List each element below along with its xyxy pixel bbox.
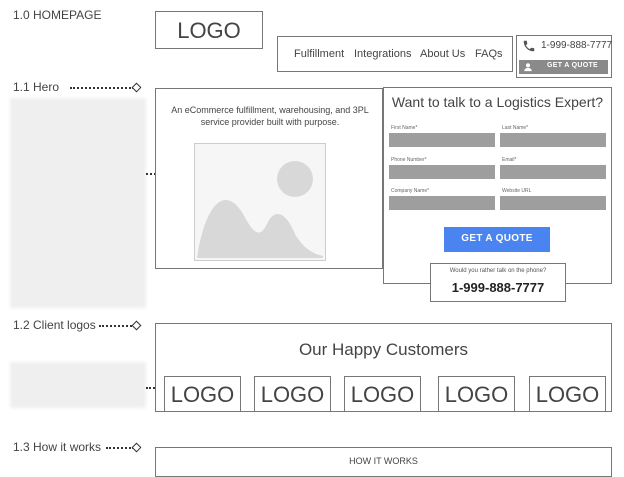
last-name-label: Last Name* [502,125,529,131]
client-logo: LOGO [254,376,331,412]
hero-connector-marker [131,82,142,93]
company-field[interactable] [389,196,495,210]
client-logo: LOGO [164,376,241,412]
website-field[interactable] [500,196,606,210]
phone-prompt: Would you rather talk on the phone? [449,268,547,274]
get-quote-button[interactable]: GET A QUOTE [444,227,550,252]
hero-connector [70,87,134,89]
client-logo-text: LOGO [535,382,600,407]
nav-item-faqs[interactable]: FAQs [475,48,503,60]
phone-callout: Would you rather talk on the phone? 1-99… [430,263,566,302]
client-logos-title: Our Happy Customers [298,340,469,359]
client-logo-text: LOGO [350,382,415,407]
main-nav: Fulfillment Integrations About Us FAQs [277,36,513,72]
header-logo-text: LOGO [177,18,241,43]
get-quote-label: GET A QUOTE [461,233,533,244]
how-it-works-title: HOW IT WORKS [349,456,418,466]
how-connector-marker [131,442,142,453]
nav-item-integrations[interactable]: Integrations [354,48,411,60]
clients-annotation-placeholder [10,362,146,408]
header-logo[interactable]: LOGO [155,11,263,49]
how-it-works-section: HOW IT WORKS [155,447,612,477]
section-label-clients: 1.2 Client logos [13,318,96,332]
client-logos-section: Our Happy Customers LOGO LOGO LOGO LOGO … [155,323,612,412]
first-name-label: First Name* [391,125,418,131]
phone-icon [523,40,535,52]
header-quote-button[interactable]: GET A QUOTE [519,60,608,74]
header-quote-label: GET A QUOTE [547,62,599,69]
last-name-field[interactable] [500,133,606,147]
image-icon [197,161,323,258]
phone-label: Phone Number* [391,157,427,163]
clients-connector-marker [131,320,142,331]
hero-section: An eCommerce fulfillment, warehousing, a… [155,88,383,269]
hero-tagline: An eCommerce fulfillment, warehousing, a… [171,105,369,127]
nav-item-about-us[interactable]: About Us [420,48,465,60]
header-contact: 1-999-888-7777 GET A QUOTE [516,35,612,78]
page-title: 1.0 HOMEPAGE [13,8,102,22]
form-title: Want to talk to a Logistics Expert? [391,94,604,110]
client-logo: LOGO [438,376,515,412]
hero-annotation-placeholder [10,98,146,308]
email-field[interactable] [500,165,606,179]
client-logo-text: LOGO [170,382,235,407]
client-logo-text: LOGO [444,382,509,407]
header-phone-number[interactable]: 1-999-888-7777 [541,40,612,51]
hero-image-placeholder [194,143,326,261]
phone-callout-number[interactable]: 1-999-888-7777 [431,280,565,295]
phone-field[interactable] [389,165,495,179]
nav-item-fulfillment[interactable]: Fulfillment [294,48,344,60]
clients-connector [99,325,135,327]
how-connector [106,447,134,449]
company-label: Company Name* [391,188,430,194]
client-logo: LOGO [344,376,421,412]
user-icon [524,63,532,72]
email-label: Email* [502,157,517,163]
section-label-hero: 1.1 Hero [13,80,60,94]
client-logo: LOGO [529,376,606,412]
first-name-field[interactable] [389,133,495,147]
quote-form: Want to talk to a Logistics Expert? Firs… [383,87,612,284]
section-label-how: 1.3 How it works [13,440,102,454]
client-logo-text: LOGO [260,382,325,407]
website-label: Website URL [502,188,532,194]
